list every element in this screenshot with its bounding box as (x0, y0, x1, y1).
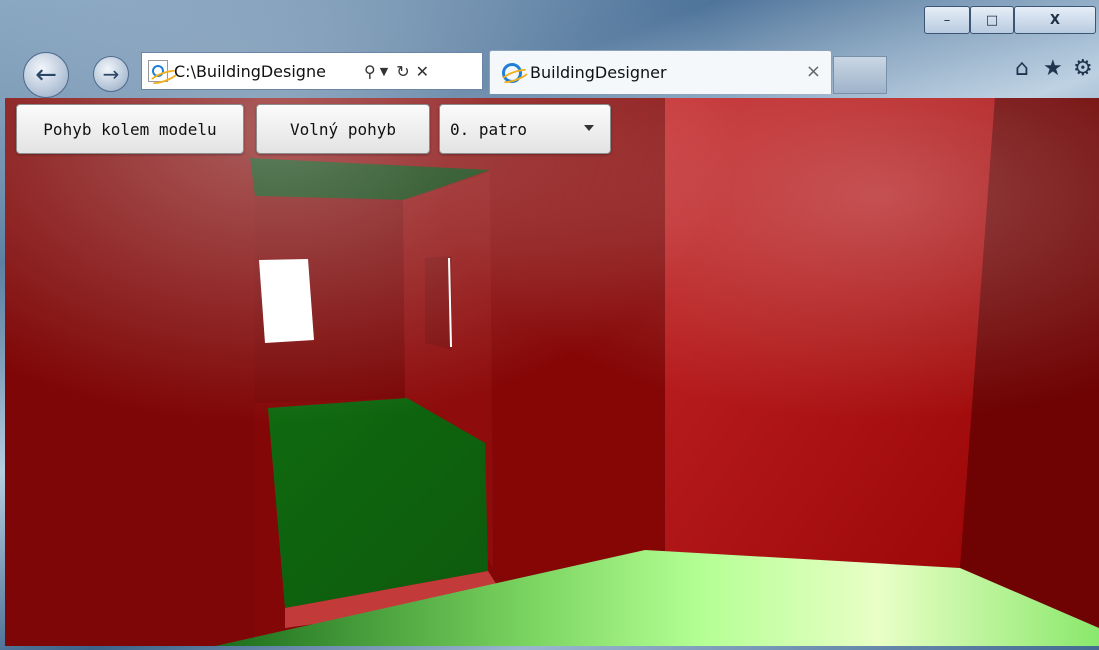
back-icon: ← (35, 60, 57, 90)
search-icon[interactable]: ⚲ (364, 62, 376, 81)
right-wall (665, 98, 995, 568)
close-window-button[interactable]: X (1014, 6, 1096, 34)
tab-buildingdesigner[interactable]: BuildingDesigner × (489, 50, 832, 94)
floor-select[interactable]: 0. patro (439, 104, 611, 154)
tab-title: BuildingDesigner (530, 63, 667, 82)
left-wall (5, 98, 1099, 646)
forward-button[interactable]: → (93, 56, 129, 92)
minimize-button[interactable]: – (924, 6, 970, 34)
home-icon[interactable]: ⌂ (1015, 56, 1029, 81)
dropdown-icon[interactable]: ▼ (380, 65, 388, 78)
3d-scene (5, 98, 1099, 646)
tools-icon[interactable]: ⚙ (1073, 56, 1093, 81)
chevron-down-icon (584, 125, 594, 131)
favorites-icon[interactable]: ★ (1043, 56, 1063, 81)
orbit-mode-button[interactable]: Pohyb kolem modelu (16, 104, 244, 154)
forward-icon: → (102, 62, 120, 86)
refresh-icon[interactable]: ↻ (396, 62, 409, 81)
window-left (259, 259, 314, 343)
back-button[interactable]: ← (23, 52, 69, 98)
new-tab-button[interactable] (833, 56, 887, 94)
far-right-wall (960, 98, 1099, 628)
3d-viewport[interactable]: Pohyb kolem modelu Volný pohyb 0. patro (5, 98, 1099, 646)
stop-icon[interactable]: ✕ (416, 62, 429, 81)
ie-icon (502, 62, 522, 83)
browser-window: – □ X ← → C:\BuildingDesigne ⚲ ▼ ↻ ✕ Bui… (0, 0, 1099, 650)
orbit-mode-label: Pohyb kolem modelu (43, 119, 217, 139)
window-right (425, 256, 452, 350)
maximize-button[interactable]: □ (970, 6, 1014, 34)
address-text: C:\BuildingDesigne (174, 61, 326, 81)
pillar (490, 98, 665, 578)
free-move-label: Volný pohyb (290, 119, 396, 139)
tab-close-icon[interactable]: × (806, 61, 821, 82)
ceiling-opening (250, 158, 490, 200)
floor-select-value: 0. patro (450, 119, 528, 139)
ie-page-icon (148, 60, 168, 82)
main-floor (215, 550, 1099, 646)
inner-floor (268, 398, 488, 608)
free-move-button[interactable]: Volný pohyb (256, 104, 430, 154)
address-bar[interactable]: C:\BuildingDesigne ⚲ ▼ ↻ ✕ (141, 52, 483, 90)
